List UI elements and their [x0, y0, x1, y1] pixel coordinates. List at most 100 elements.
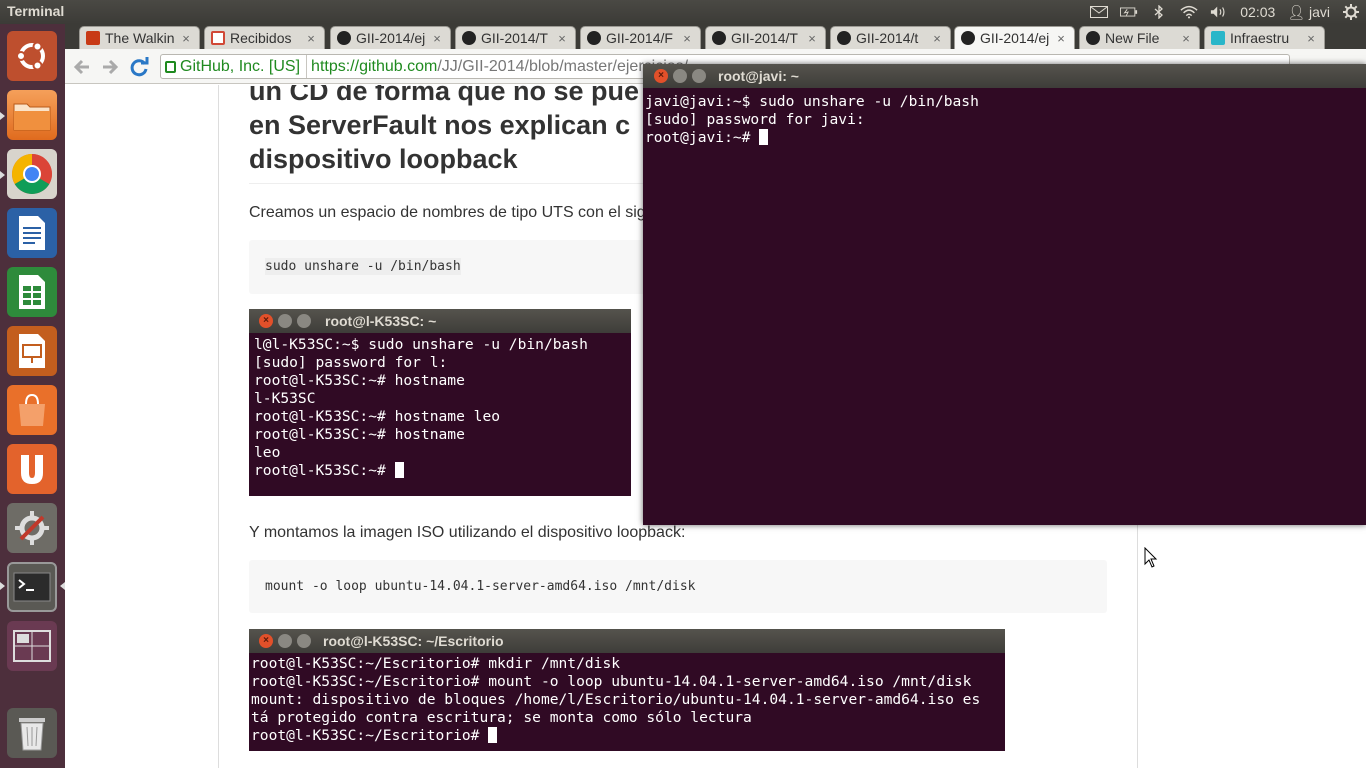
writer-icon[interactable] [7, 208, 57, 258]
terminal-window[interactable]: × root@javi: ~ javi@javi:~$ sudo unshare… [643, 64, 1366, 525]
tab-close-icon[interactable]: × [304, 31, 318, 46]
ubuntu-dash-icon[interactable] [7, 31, 57, 81]
close-icon: × [259, 314, 273, 328]
browser-tab[interactable]: GII-2014/F × [580, 26, 701, 49]
terminal-title: root@javi: ~ [718, 68, 799, 84]
tab-close-icon[interactable]: × [1304, 31, 1318, 46]
github-icon [1086, 31, 1100, 45]
active-app-title: Terminal [7, 3, 65, 19]
terminal-output[interactable]: javi@javi:~$ sudo unshare -u /bin/bash [… [645, 93, 979, 147]
browser-tab[interactable]: GII-2014/ej × [330, 26, 451, 49]
tab-label: GII-2014/F [606, 30, 673, 46]
reload-button[interactable] [128, 56, 150, 78]
tab-label: GII-2014/ej [980, 30, 1050, 46]
browser-tab[interactable]: New File × [1079, 26, 1200, 49]
calc-icon[interactable] [7, 267, 57, 317]
heading-line-3: dispositivo loopback [249, 144, 518, 174]
trash-icon[interactable] [7, 708, 57, 758]
launcher [0, 24, 65, 768]
forward-button[interactable] [99, 56, 121, 78]
back-button[interactable] [71, 56, 93, 78]
github-icon [462, 31, 476, 45]
heading-line-2: en ServerFault nos explican c [249, 110, 631, 140]
maximize-button[interactable] [692, 69, 706, 83]
browser-tab[interactable]: The Walkin × [79, 26, 200, 49]
tab-label: Infraestru [1230, 30, 1290, 46]
tab-close-icon[interactable]: × [1054, 31, 1068, 46]
browser-tab[interactable]: Recibidos × [204, 26, 325, 49]
workspaces-icon[interactable] [7, 621, 57, 671]
browser-tab[interactable]: GII-2014/ej × [954, 26, 1075, 49]
url-host: https://github.com [311, 57, 438, 75]
github-icon [587, 31, 601, 45]
browser-tab[interactable]: GII-2014/T × [455, 26, 576, 49]
code-unshare: sudo unshare -u /bin/bash [265, 258, 461, 275]
tab-label: GII-2014/T [731, 30, 798, 46]
tab-close-icon[interactable]: × [555, 31, 569, 46]
terminal-titlebar[interactable]: × root@javi: ~ [643, 64, 1366, 88]
screenshot-terminal-hostname: × root@l-K53SC: ~ l@l-K53SC:~$ sudo unsh… [249, 309, 631, 496]
github-icon [837, 31, 851, 45]
tab-close-icon[interactable]: × [1179, 31, 1193, 46]
tab-close-icon[interactable]: × [179, 31, 193, 46]
text-cursor [394, 462, 404, 478]
tab-strip: The Walkin × Recibidos × GII-2014/ej × GII-201… [65, 24, 1366, 49]
screenshot-terminal-output: root@l-K53SC:~/Escritorio# mkdir /mnt/di… [251, 655, 981, 744]
maximize-icon [297, 314, 311, 328]
screenshot-titlebar: × root@l-K53SC: ~ [249, 309, 631, 333]
forward-arrow-icon [103, 59, 119, 75]
software-center-icon[interactable] [7, 385, 57, 435]
close-button[interactable]: × [654, 69, 668, 83]
indicator-area: 02:03 👤︎ javi [1090, 0, 1360, 24]
minimize-icon [278, 634, 292, 648]
chrome-icon[interactable] [7, 149, 57, 199]
tab-label: New File [1105, 30, 1160, 46]
gmail-icon [211, 31, 225, 45]
ev-label: GitHub, Inc. [US] [180, 57, 301, 75]
screenshot-titlebar: × root@l-K53SC: ~/Escritorio [249, 629, 1005, 653]
heading-line-1: un CD de forma que no se pue [249, 85, 640, 106]
browser-tab[interactable]: Infraestru × [1204, 26, 1325, 49]
running-indicator [0, 171, 5, 179]
close-icon: × [259, 634, 273, 648]
running-indicator [0, 582, 5, 590]
tab-close-icon[interactable]: × [805, 31, 819, 46]
tab-close-icon[interactable]: × [430, 31, 444, 46]
system-settings-icon[interactable] [7, 503, 57, 553]
ubuntu-one-icon[interactable] [7, 444, 57, 494]
url-text: https://github.com/JJ/GII-2014/blob/mast… [307, 58, 688, 76]
tab-label: The Walkin [105, 30, 175, 46]
bluetooth-icon[interactable] [1150, 5, 1168, 19]
wifi-icon[interactable] [1180, 5, 1198, 19]
impress-icon[interactable] [7, 326, 57, 376]
battery-icon[interactable] [1120, 5, 1138, 19]
tab-label: GII-2014/t [856, 30, 919, 46]
text-cursor [759, 129, 769, 145]
user-name: javi [1308, 3, 1330, 20]
screenshot-title: root@l-K53SC: ~ [325, 313, 437, 329]
terminal-icon[interactable] [7, 562, 57, 612]
browser-tab[interactable]: GII-2014/t × [830, 26, 951, 49]
ev-certificate-badge[interactable]: GitHub, Inc. [US] [161, 55, 308, 78]
browser-tab[interactable]: GII-2014/T × [705, 26, 826, 49]
top-panel: Terminal 02:03 👤︎ javi [0, 0, 1366, 24]
user-icon: 👤︎ [1287, 3, 1306, 20]
text-cursor [488, 727, 498, 743]
minimize-button[interactable] [673, 69, 687, 83]
paragraph-uts: Creamos un espacio de nombres de tipo UT… [249, 204, 646, 221]
minimize-icon [278, 314, 292, 328]
clock[interactable]: 02:03 [1240, 4, 1275, 20]
tab-close-icon[interactable]: × [680, 31, 694, 46]
gear-icon[interactable] [1342, 4, 1360, 20]
code-mount: mount -o loop ubuntu-14.04.1-server-amd6… [265, 579, 696, 594]
mouse-pointer-icon [1144, 547, 1158, 568]
back-arrow-icon [73, 59, 89, 75]
paragraph-mount: Y montamos la imagen ISO utilizando el d… [249, 524, 686, 541]
code-block-mount: mount -o loop ubuntu-14.04.1-server-amd6… [249, 560, 1107, 613]
user-menu[interactable]: 👤︎ javi [1287, 4, 1330, 21]
mail-icon[interactable] [1090, 5, 1109, 19]
volume-icon[interactable] [1210, 5, 1228, 19]
files-icon[interactable] [7, 90, 57, 140]
tab-close-icon[interactable]: × [930, 31, 944, 46]
favicon-icon [86, 31, 100, 45]
